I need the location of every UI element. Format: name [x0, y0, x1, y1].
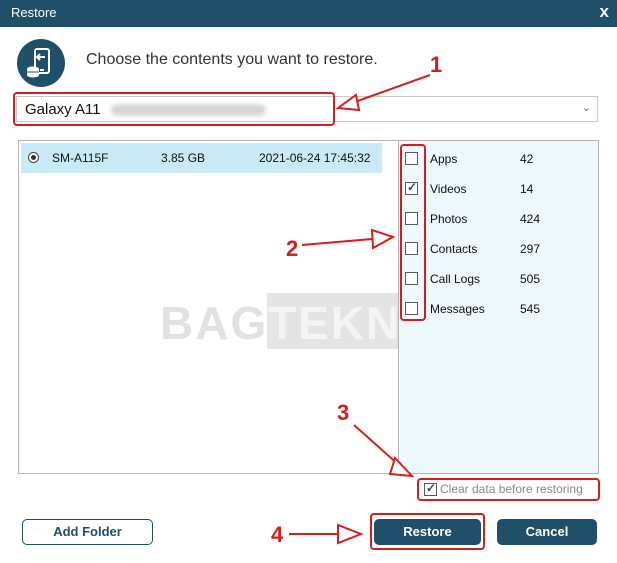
annotation-arrows — [289, 74, 431, 545]
annotation-number-2: 2 — [286, 236, 299, 261]
annotation-number-3: 3 — [337, 400, 350, 425]
annotation-number-4: 4 — [271, 522, 284, 547]
annotation-number-1: 1 — [430, 52, 443, 77]
